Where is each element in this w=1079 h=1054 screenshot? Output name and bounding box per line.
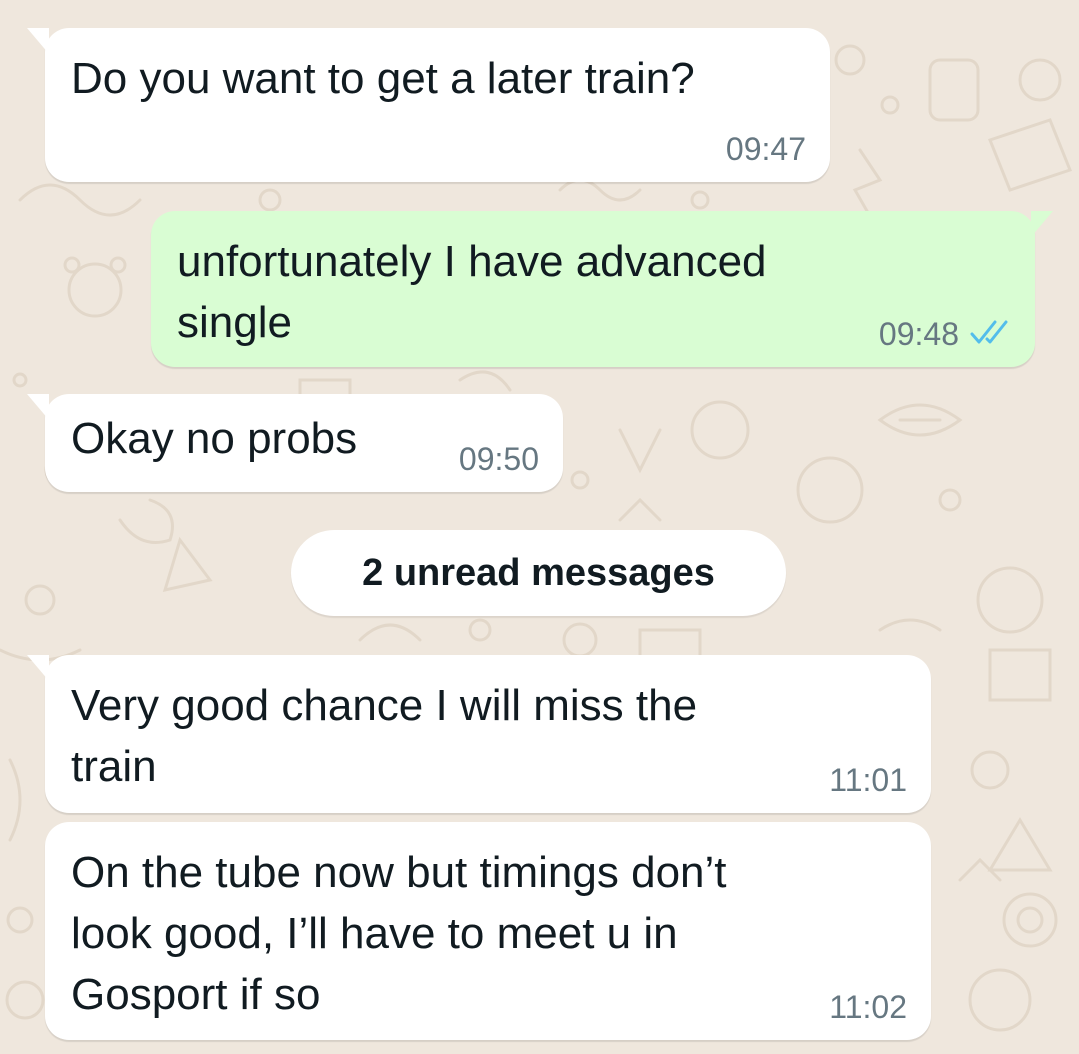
- message-timestamp: 11:02: [829, 989, 907, 1025]
- message-timestamp: 09:47: [725, 131, 806, 167]
- message-text: Do you want to get a later train?: [71, 54, 695, 103]
- outgoing-message-bubble[interactable]: unfortunately I have advanced single 09:…: [151, 211, 1053, 367]
- message-text: Okay no probs: [71, 414, 358, 463]
- message-timestamp: 09:50: [458, 441, 539, 477]
- bubble-tail: [27, 394, 49, 420]
- incoming-message-bubble[interactable]: On the tube now but timings don’t look g…: [45, 822, 931, 1040]
- read-double-tick-icon: [970, 320, 1008, 344]
- unread-messages-divider: 2 unread messages: [291, 530, 786, 616]
- bubble-tail: [27, 28, 49, 54]
- incoming-message-bubble[interactable]: Okay no probs 09:50: [27, 394, 563, 492]
- incoming-message-bubble[interactable]: Very good chance I will miss the train 1…: [27, 655, 931, 813]
- bubble-tail: [1031, 211, 1053, 237]
- message-text: On the tube now but timings don’t look g…: [71, 848, 727, 1019]
- bubble-tail: [27, 655, 49, 681]
- message-text: unfortunately I have advanced single: [177, 237, 767, 347]
- chat-message-list[interactable]: Do you want to get a later train? 09:47 …: [0, 0, 1079, 1054]
- message-timestamp: 09:48: [878, 316, 959, 352]
- message-timestamp: 11:01: [829, 762, 907, 798]
- message-text: Very good chance I will miss the train: [71, 681, 698, 791]
- incoming-message-bubble[interactable]: Do you want to get a later train? 09:47: [27, 28, 830, 182]
